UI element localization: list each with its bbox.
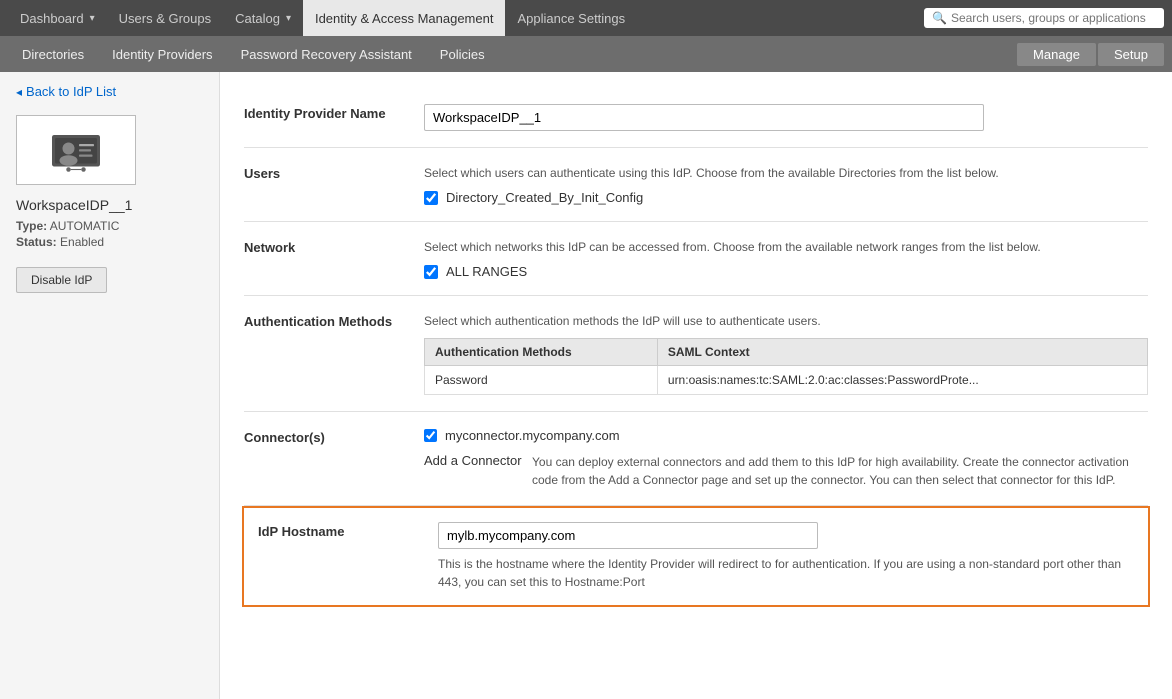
appliance-settings-nav-btn[interactable]: Appliance Settings xyxy=(505,0,637,36)
auth-methods-row: Authentication Methods Select which auth… xyxy=(244,296,1148,412)
top-nav-bar: Dashboard ▾ Users & Groups Catalog ▾ Ide… xyxy=(0,0,1172,36)
connectors-label: Connector(s) xyxy=(244,428,424,445)
auth-methods-table: Authentication Methods SAML Context Pass… xyxy=(424,338,1148,395)
add-connector-row: Add a Connector You can deploy external … xyxy=(424,453,1148,489)
idp-hostname-label: IdP Hostname xyxy=(258,522,438,539)
idp-status: Status: Enabled xyxy=(16,235,203,249)
connector-checkbox[interactable] xyxy=(424,429,437,442)
idp-hostname-input[interactable] xyxy=(438,522,818,549)
saml-context-col-header: SAML Context xyxy=(657,339,1147,366)
password-recovery-nav-item[interactable]: Password Recovery Assistant xyxy=(227,36,426,72)
auth-methods-label: Authentication Methods xyxy=(244,312,424,329)
auth-table-row: Password urn:oasis:names:tc:SAML:2.0:ac:… xyxy=(425,366,1148,395)
connectors-content: myconnector.mycompany.com Add a Connecto… xyxy=(424,428,1148,489)
users-groups-nav-btn[interactable]: Users & Groups xyxy=(107,0,223,36)
network-description: Select which networks this IdP can be ac… xyxy=(424,238,1148,256)
search-icon: 🔍 xyxy=(932,11,947,25)
idp-hostname-description: This is the hostname where the Identity … xyxy=(438,555,1134,591)
users-checkbox[interactable] xyxy=(424,191,438,205)
users-groups-label: Users & Groups xyxy=(119,11,211,26)
network-checkbox-label: ALL RANGES xyxy=(446,264,527,279)
idp-hostname-row: IdP Hostname This is the hostname where … xyxy=(242,506,1150,607)
catalog-label: Catalog xyxy=(235,11,280,26)
network-label: Network xyxy=(244,238,424,255)
users-description: Select which users can authenticate usin… xyxy=(424,164,1148,182)
second-nav-right-group: Manage Setup xyxy=(1017,43,1164,66)
password-recovery-label: Password Recovery Assistant xyxy=(241,47,412,62)
network-content: Select which networks this IdP can be ac… xyxy=(424,238,1148,279)
dashboard-label: Dashboard xyxy=(20,11,84,26)
disable-idp-button[interactable]: Disable IdP xyxy=(16,267,107,293)
idp-hostname-content: This is the hostname where the Identity … xyxy=(438,522,1134,591)
network-row: Network Select which networks this IdP c… xyxy=(244,222,1148,296)
network-checkbox-row: ALL RANGES xyxy=(424,264,1148,279)
users-checkbox-label: Directory_Created_By_Init_Config xyxy=(446,190,643,205)
auth-methods-col-header: Authentication Methods xyxy=(425,339,658,366)
policies-label: Policies xyxy=(440,47,485,62)
connectors-row: Connector(s) myconnector.mycompany.com A… xyxy=(244,412,1148,506)
identity-providers-label: Identity Providers xyxy=(112,47,212,62)
dashboard-dropdown-arrow: ▾ xyxy=(90,13,95,24)
idp-icon-box xyxy=(16,115,136,185)
policies-nav-item[interactable]: Policies xyxy=(426,36,499,72)
catalog-nav-btn[interactable]: Catalog ▾ xyxy=(223,0,303,36)
auth-table-header-row: Authentication Methods SAML Context xyxy=(425,339,1148,366)
connector-name: myconnector.mycompany.com xyxy=(445,428,620,443)
search-box: 🔍 xyxy=(924,8,1164,28)
auth-methods-content: Select which authentication methods the … xyxy=(424,312,1148,395)
idp-name-input[interactable] xyxy=(424,104,984,131)
main-panel: Identity Provider Name Users Select whic… xyxy=(220,72,1172,699)
users-content: Select which users can authenticate usin… xyxy=(424,164,1148,205)
identity-access-label: Identity & Access Management xyxy=(315,11,493,26)
auth-methods-description: Select which authentication methods the … xyxy=(424,312,1148,330)
identity-providers-nav-item[interactable]: Identity Providers xyxy=(98,36,226,72)
appliance-settings-label: Appliance Settings xyxy=(517,11,625,26)
catalog-dropdown-arrow: ▾ xyxy=(286,13,291,24)
directories-label: Directories xyxy=(22,47,84,62)
identity-access-nav-btn[interactable]: Identity & Access Management xyxy=(303,0,505,36)
users-checkbox-row: Directory_Created_By_Init_Config xyxy=(424,190,1148,205)
idp-display-name: WorkspaceIDP__1 xyxy=(16,197,203,213)
directories-nav-item[interactable]: Directories xyxy=(8,36,98,72)
search-input[interactable] xyxy=(951,11,1156,25)
back-to-idp-link[interactable]: Back to IdP List xyxy=(16,84,203,99)
network-checkbox[interactable] xyxy=(424,265,438,279)
idp-icon xyxy=(46,125,106,175)
add-connector-label: Add a Connector xyxy=(424,453,524,468)
second-nav-bar: Directories Identity Providers Password … xyxy=(0,36,1172,72)
idp-type: Type: AUTOMATIC xyxy=(16,219,203,233)
content-area: Back to IdP List WorkspaceIDP__1 xyxy=(0,72,1172,699)
connector-item-row: myconnector.mycompany.com xyxy=(424,428,1148,443)
users-row: Users Select which users can authenticat… xyxy=(244,148,1148,222)
setup-button[interactable]: Setup xyxy=(1098,43,1164,66)
idp-name-row: Identity Provider Name xyxy=(244,88,1148,148)
left-panel: Back to IdP List WorkspaceIDP__1 xyxy=(0,72,220,699)
auth-method-cell: Password xyxy=(425,366,658,395)
users-label: Users xyxy=(244,164,424,181)
idp-name-label: Identity Provider Name xyxy=(244,104,424,121)
dashboard-nav-btn[interactable]: Dashboard ▾ xyxy=(8,0,107,36)
manage-button[interactable]: Manage xyxy=(1017,43,1096,66)
idp-name-content xyxy=(424,104,1148,131)
add-connector-description: You can deploy external connectors and a… xyxy=(532,453,1148,489)
saml-context-cell: urn:oasis:names:tc:SAML:2.0:ac:classes:P… xyxy=(657,366,1147,395)
